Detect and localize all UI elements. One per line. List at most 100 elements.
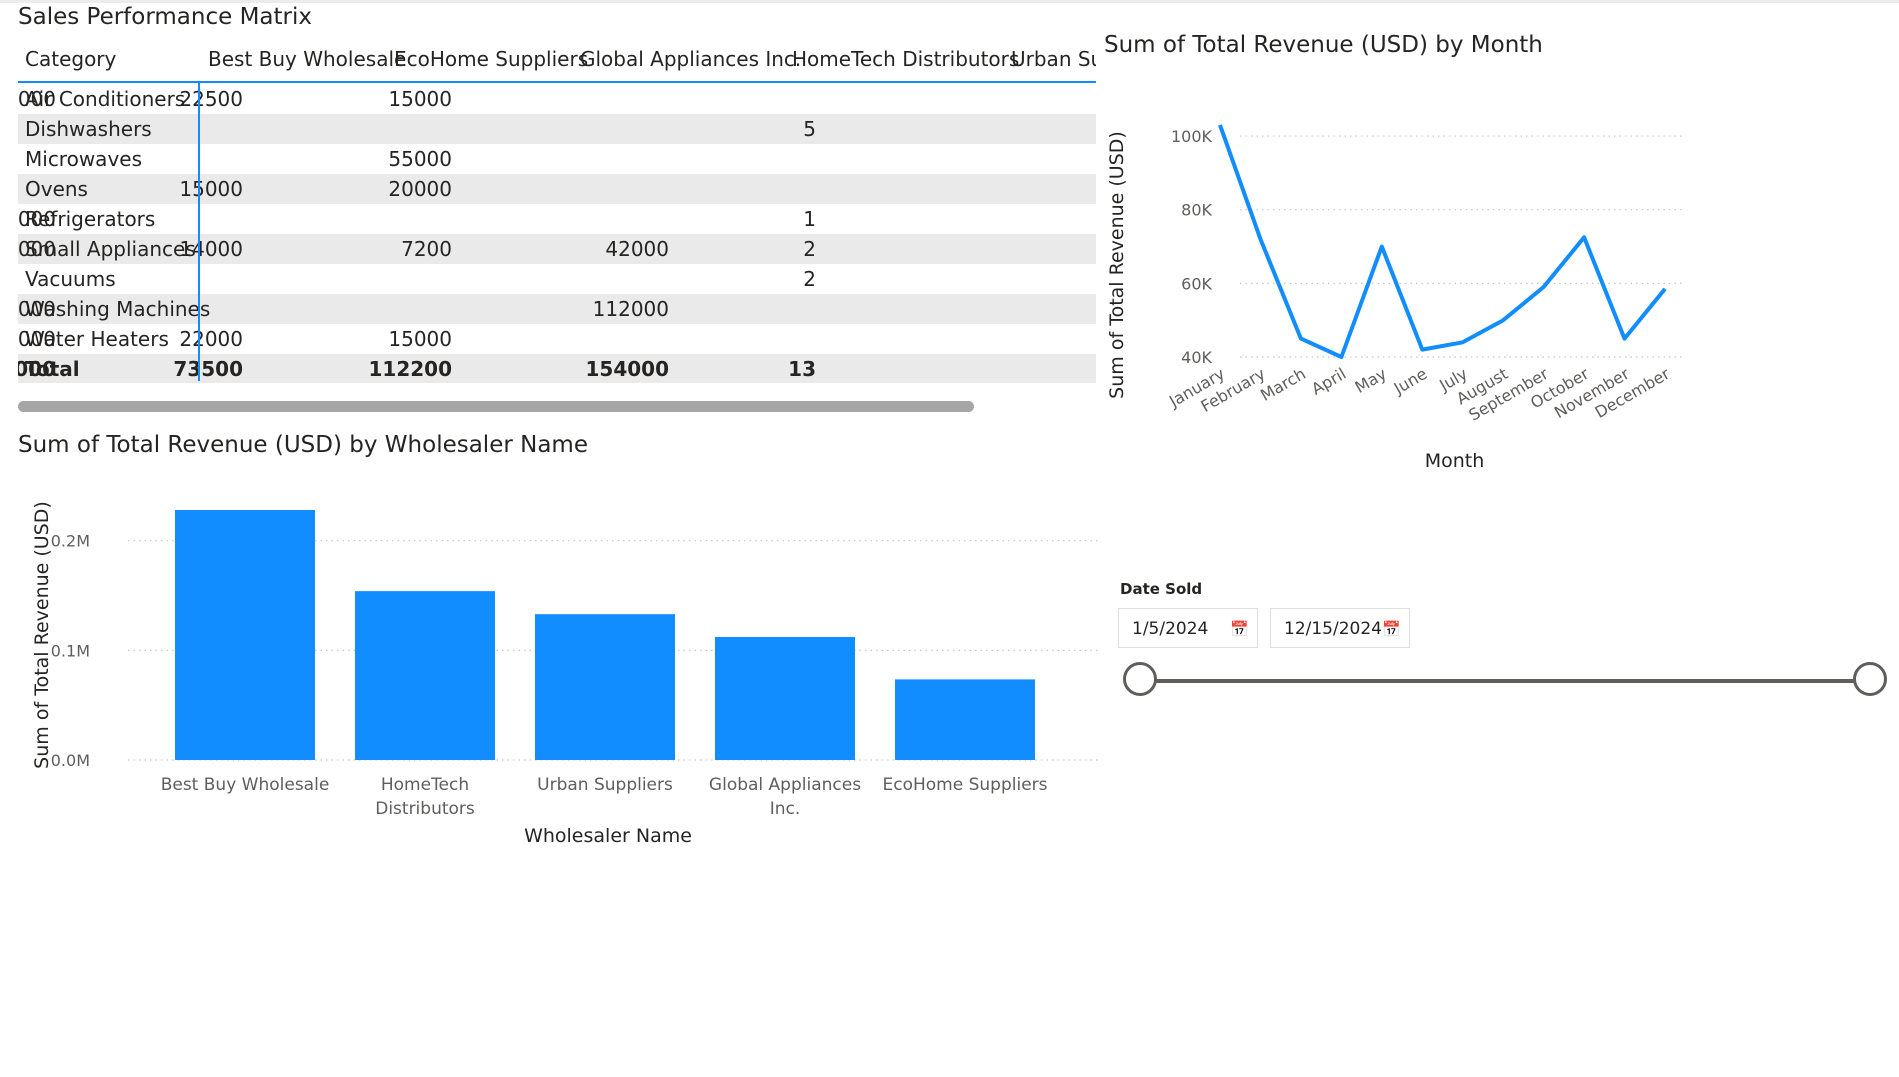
line-chart-point[interactable] [1622,336,1628,342]
matrix-cell[interactable]: 15000 [388,324,452,354]
bar-chart-x-axis-title: Wholesaler Name [524,825,692,847]
slicer-label: Date Sold [1120,580,1203,598]
matrix-cell[interactable]: 30000 [18,294,56,324]
revenue-line-series[interactable] [1218,124,1667,359]
matrix-cell[interactable]: 55000 [388,144,452,174]
calendar-icon[interactable]: 📅 [1230,609,1249,649]
bar-chart-y-tick-label: 0.1M [51,641,90,660]
line-chart-point[interactable] [1581,234,1587,240]
bar[interactable] [895,679,1035,760]
bar-chart-x-tick-label: EcoHome Suppliers [883,775,1048,795]
line-chart-point[interactable] [1338,354,1344,360]
matrix-cell[interactable]: 82000 [18,84,56,114]
matrix-cell[interactable]: 112000 [593,294,669,324]
matrix-title: Sales Performance Matrix [18,4,313,30]
matrix-row-label[interactable]: Dishwashers [25,114,152,144]
matrix-header-category[interactable]: Category [25,38,116,81]
matrix-row: Air Conditioners820002250015000 [18,84,1096,114]
matrix-viewport: Category Best Buy Wholesale EcoHome Suppl… [18,38,1096,383]
bar-chart-x-tick-line: Urban Suppliers [537,775,673,795]
matrix-cell[interactable]: 16000 [18,234,56,264]
matrix-row: Refrigerators850001 [18,204,1096,234]
bar[interactable] [175,510,315,760]
revenue-by-wholesaler-chart: Sum of Total Revenue (USD) by Wholesaler… [18,430,1098,850]
matrix-row: Ovens 15000 20000 [18,174,1096,204]
bar-chart-x-tick-label: Urban Suppliers [537,775,673,795]
matrix-total-cell[interactable]: 154000 [586,354,670,383]
line-chart-point[interactable] [1460,339,1466,345]
matrix-cell[interactable]: 22000 [179,324,243,354]
matrix-column-header[interactable]: HomeTech Distributors [792,38,1019,81]
range-start-handle[interactable] [1123,662,1157,696]
bar-chart-x-tick-line: Global Appliances [709,775,861,795]
start-date-input[interactable]: 1/5/2024 📅 [1118,608,1258,648]
line-chart-point[interactable] [1298,336,1304,342]
matrix-row-header-divider [198,83,200,381]
line-chart-y-tick-label: 40K [1181,348,1212,367]
bar-chart-x-tick-line: Inc. [770,799,801,819]
bar[interactable] [355,591,495,760]
line-chart-x-axis-title: Month [1425,450,1485,472]
matrix-cell[interactable]: 22500 [179,84,243,114]
matrix-row: Small Appliances16000140007200420002 [18,234,1096,264]
matrix-total-cell[interactable]: 112200 [369,354,453,383]
matrix-cell[interactable]: 42000 [605,234,669,264]
matrix-row-label[interactable]: Microwaves [25,144,142,174]
date-sold-slicer: Date Sold 1/5/2024 📅 12/15/2024 📅 [1118,580,1898,710]
matrix-row: Vacuums 2 [18,264,1096,294]
matrix-column-header[interactable]: Best Buy Wholesale [208,38,406,81]
bar-chart-plot: 0.0M 0.1M 0.2M Best Buy Wholesale HomeTech Di… [31,501,1098,847]
bar-chart-y-axis-title: Sum of Total Revenue (USD) [31,501,53,769]
line-chart-point[interactable] [1419,347,1425,353]
line-chart-y-tick-label: 60K [1181,274,1212,293]
revenue-by-month-chart: Sum of Total Revenue (USD) by Month 40K 6… [1100,30,1700,490]
matrix-cell[interactable]: 14000 [179,234,243,264]
line-chart-point[interactable] [1257,236,1263,242]
matrix-row: Dishwashers 5 [18,114,1096,144]
matrix-cell[interactable]: 15000 [179,174,243,204]
bar[interactable] [535,614,675,760]
start-date-value: 1/5/2024 [1132,619,1209,639]
bar[interactable] [715,636,855,760]
matrix-cell[interactable]: 1 [803,204,816,234]
matrix-cell[interactable]: 85000 [18,204,56,234]
matrix-cell[interactable]: 2 [803,264,816,294]
line-chart-point[interactable] [1662,286,1668,292]
matrix-total-cell[interactable]: 228000 [18,354,56,383]
line-chart-point[interactable] [1500,317,1506,323]
matrix-cell[interactable]: 15000 [388,84,452,114]
line-chart-point[interactable] [1379,244,1385,250]
bar-chart-x-tick-line: Best Buy Wholesale [161,775,330,795]
line-chart-x-tick-label: April [1308,364,1349,399]
matrix-total-cell[interactable]: 13 [788,354,816,383]
range-end-handle[interactable] [1853,662,1887,696]
matrix-column-header[interactable]: EcoHome Suppliers [394,38,588,81]
bar-chart-x-tick-line: Distributors [375,799,475,819]
end-date-input[interactable]: 12/15/2024 📅 [1270,608,1410,648]
calendar-icon[interactable]: 📅 [1382,609,1401,649]
matrix-total-cell[interactable]: 73500 [173,354,243,383]
line-chart-x-tick-label: March [1257,364,1309,405]
matrix-cell[interactable]: 7200 [401,234,452,264]
matrix-cell[interactable]: 5 [803,114,816,144]
line-chart-point[interactable] [1541,284,1547,290]
line-chart-point[interactable] [1217,122,1223,128]
matrix-column-header[interactable]: Global Appliances Inc. [580,38,801,81]
bar-chart-x-tick-line: EcoHome Suppliers [883,775,1048,795]
matrix-row: Washing Machines30000112000 [18,294,1096,324]
matrix-column-header[interactable]: Urban Sup [1011,38,1096,81]
matrix-row: Water Heaters150002200015000 [18,324,1096,354]
matrix-cell[interactable]: 15000 [18,324,56,354]
line-chart-y-tick-label: 100K [1171,127,1213,146]
matrix-horizontal-scrollbar[interactable] [18,401,974,412]
bar-chart-x-tick-line: HomeTech [381,775,469,795]
matrix-cell[interactable]: 20000 [388,174,452,204]
line-chart-y-axis-title: Sum of Total Revenue (USD) [1106,131,1128,399]
matrix-row-label[interactable]: Vacuums [25,264,116,294]
bar-chart-y-tick-label: 0.0M [51,751,90,770]
matrix-row-label[interactable]: Ovens [25,174,88,204]
date-range-track[interactable] [1140,679,1870,683]
matrix-header-divider [18,81,1096,83]
matrix-cell[interactable]: 2 [803,234,816,264]
line-chart-x-tick-label: May [1352,364,1390,397]
